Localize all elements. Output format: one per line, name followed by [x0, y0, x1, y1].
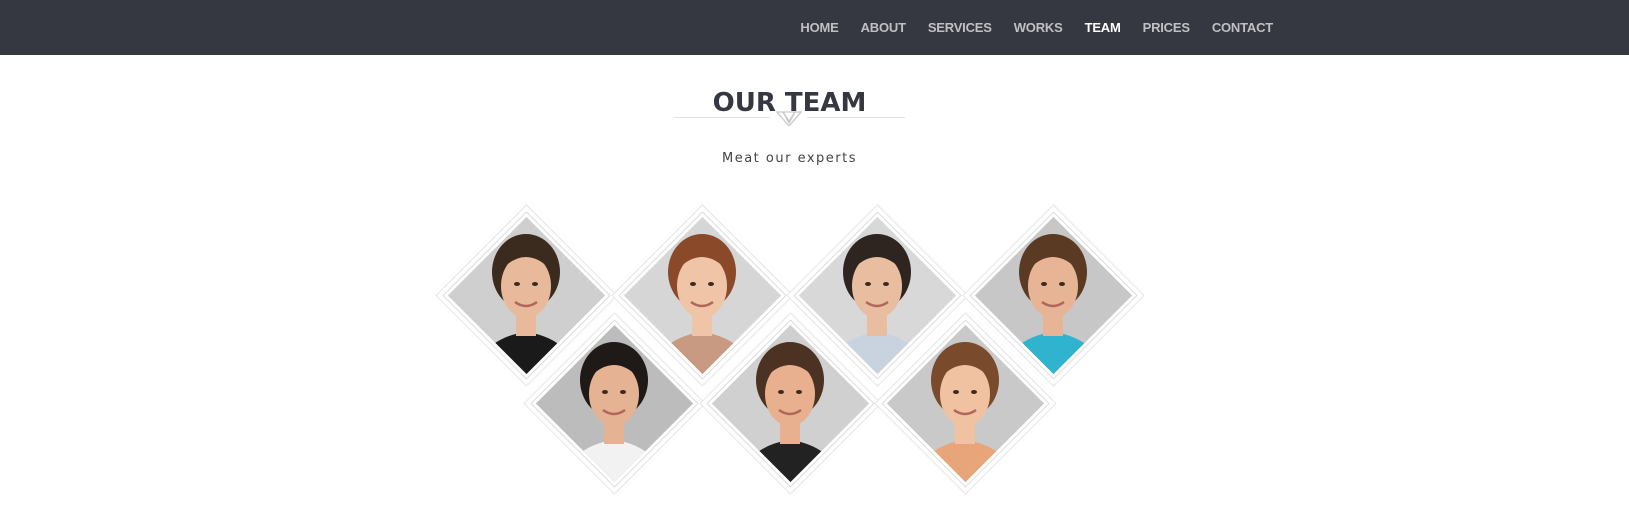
avatar — [975, 217, 1132, 374]
nav-about[interactable]: ABOUT — [850, 20, 917, 35]
avatar — [887, 325, 1044, 482]
top-navbar: HOME ABOUT SERVICES WORKS TEAM PRICES CO… — [0, 0, 1629, 55]
title-divider-left — [674, 117, 770, 118]
title-divider-right — [807, 117, 905, 118]
nav-services[interactable]: SERVICES — [917, 20, 1003, 35]
nav-contact[interactable]: CONTACT — [1201, 20, 1284, 35]
logo-chevron-icon — [776, 111, 802, 126]
nav-home[interactable]: HOME — [789, 20, 849, 35]
avatar — [536, 325, 693, 482]
main-nav: HOME ABOUT SERVICES WORKS TEAM PRICES CO… — [789, 0, 1284, 55]
nav-team[interactable]: TEAM — [1074, 20, 1132, 35]
nav-prices[interactable]: PRICES — [1132, 20, 1201, 35]
nav-works[interactable]: WORKS — [1003, 20, 1074, 35]
section-subtitle: Meat our experts — [721, 151, 857, 166]
